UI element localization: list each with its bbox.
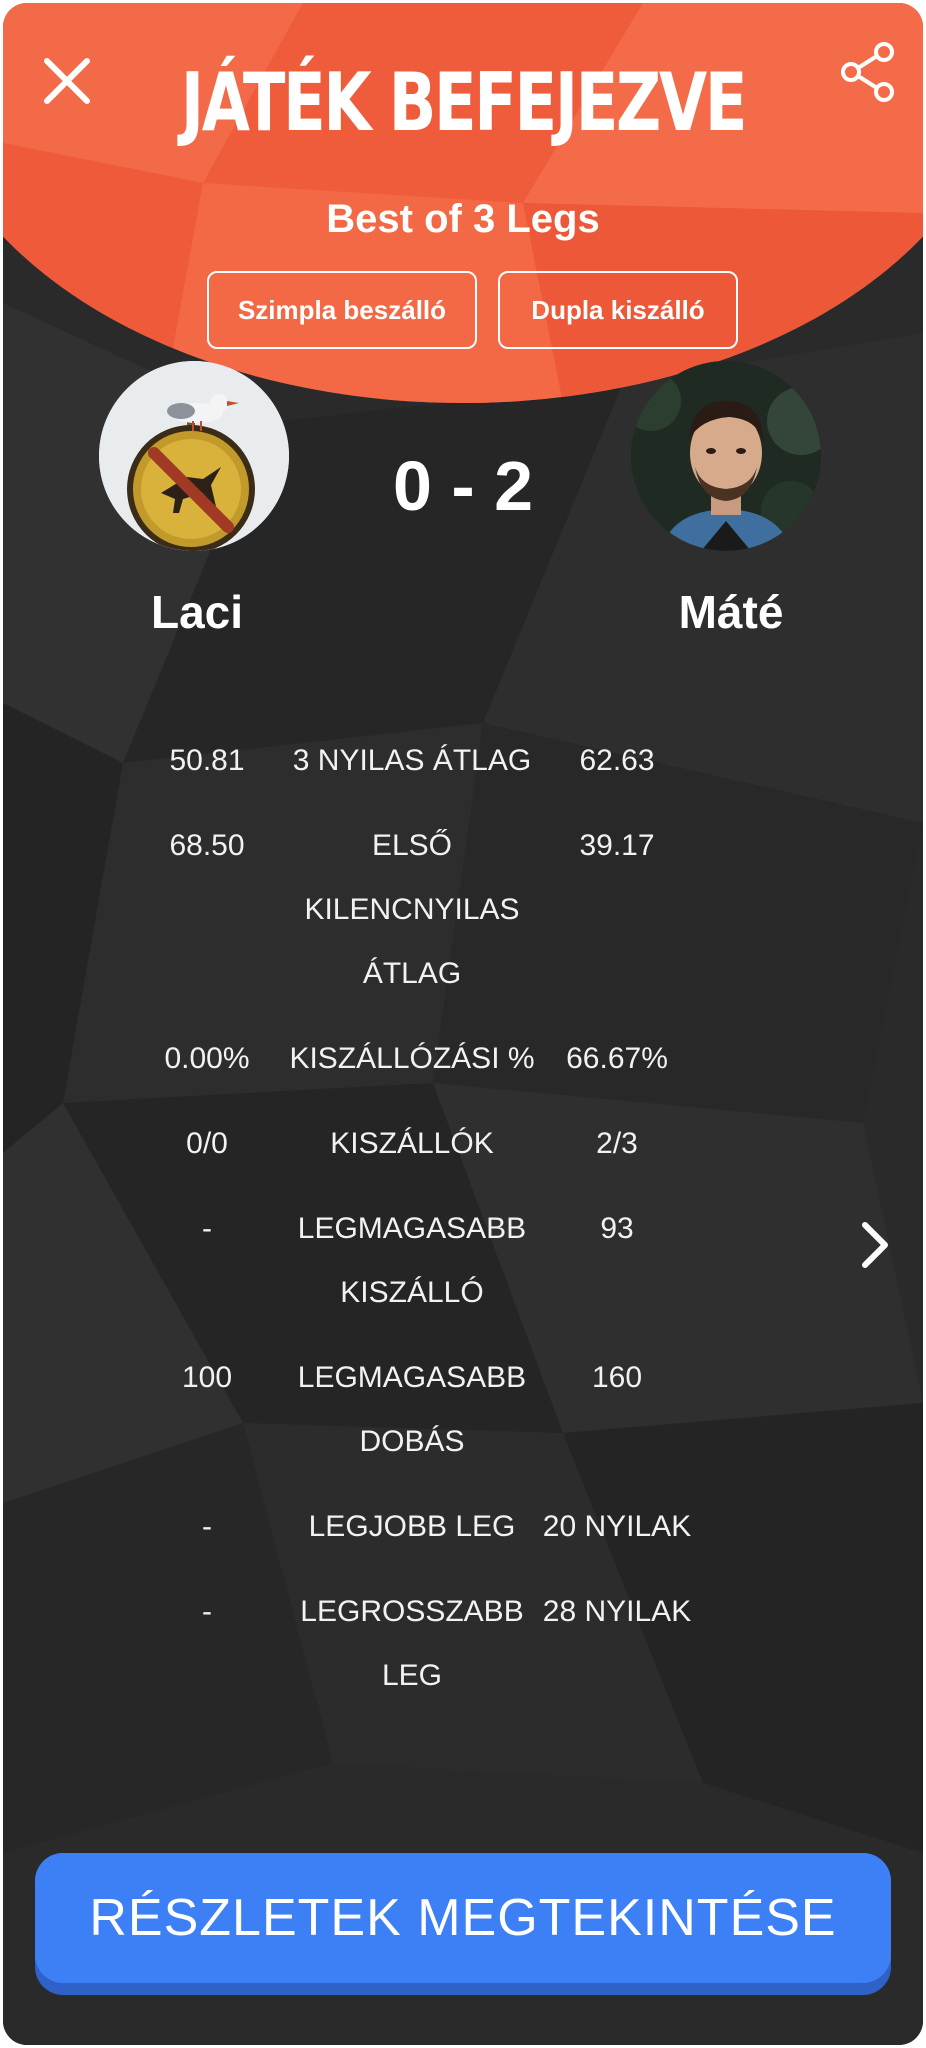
close-icon — [44, 58, 90, 104]
player-left-photo — [99, 361, 289, 551]
stat-right-value: 28 NYILAK — [542, 1595, 692, 1628]
stat-left-value: - — [202, 1510, 212, 1543]
player-right-avatar — [631, 361, 821, 551]
stat-left-value: 0/0 — [186, 1127, 228, 1160]
share-icon — [841, 42, 894, 102]
game-over-screen: JÁTÉK BEFEJEZVE Best of 3 Legs Szimpla b… — [3, 3, 923, 2045]
stat-label: KISZÁLLÓK — [330, 1127, 494, 1160]
stat-label: KISZÁLLÓZÁSI % — [289, 1042, 535, 1075]
stat-left-value: 0.00% — [164, 1042, 250, 1075]
stat-label: LEGROSSZABB LEG — [300, 1595, 524, 1692]
stat-left-value: 100 — [181, 1361, 233, 1394]
stat-right-value: 20 NYILAK — [542, 1510, 692, 1543]
next-page-button[interactable] — [855, 1217, 895, 1273]
page-title: JÁTÉK BEFEJEZVE — [180, 56, 748, 149]
view-details-button[interactable]: RÉSZLETEK MEGTEKINTÉSE — [35, 1853, 891, 1995]
view-details-label: RÉSZLETEK MEGTEKINTÉSE — [35, 1853, 891, 1983]
stat-right-value: 160 — [591, 1361, 643, 1394]
stat-right-value: 2/3 — [596, 1127, 638, 1160]
stat-row-highest-score: 100 LEGMAGASABB DOBÁS 160 — [3, 1346, 923, 1495]
stat-row-checkout-percentage: 0.00% KISZÁLLÓZÁSI % 66.67% — [3, 1027, 923, 1112]
stat-label: LEGMAGASABB DOBÁS — [297, 1361, 527, 1458]
stat-left-value: - — [202, 1595, 212, 1628]
stat-label: LEGMAGASABB KISZÁLLÓ — [297, 1212, 527, 1309]
chevron-right-icon — [862, 1222, 888, 1268]
stat-right-value: 62.63 — [579, 744, 655, 777]
stat-left-value: 50.81 — [169, 744, 245, 777]
player-right-photo — [631, 361, 821, 551]
stat-row-three-dart-average: 50.81 3 NYILAS ÁTLAG 62.63 — [3, 729, 923, 814]
stat-row-first-nine-average: 68.50 ELSŐ KILENCNYILAS ÁTLAG 39.17 — [3, 814, 923, 1027]
stat-row-best-leg: - LEGJOBB LEG 20 NYILAK — [3, 1495, 923, 1580]
stat-right-value: 39.17 — [579, 829, 655, 862]
stat-label: ELSŐ KILENCNYILAS ÁTLAG — [304, 829, 520, 990]
check-out-mode-badge: Dupla kiszálló — [498, 271, 738, 349]
stat-right-value: 66.67% — [566, 1042, 668, 1075]
stat-right-value: 93 — [600, 1212, 634, 1245]
stats-table: 50.81 3 NYILAS ÁTLAG 62.63 68.50 ELSŐ KI… — [3, 729, 923, 1729]
player-left-name: Laci — [150, 586, 244, 638]
stat-label: 3 NYILAS ÁTLAG — [292, 744, 532, 777]
close-button[interactable] — [41, 55, 93, 107]
match-format: Best of 3 Legs — [326, 197, 600, 241]
stat-label: LEGJOBB LEG — [308, 1510, 516, 1543]
stat-left-value: 68.50 — [169, 829, 245, 862]
player-left-avatar — [99, 361, 289, 551]
stat-row-checkouts: 0/0 KISZÁLLÓK 2/3 — [3, 1112, 923, 1197]
player-right-name: Máté — [678, 586, 784, 638]
share-button[interactable] — [839, 41, 897, 103]
stat-row-highest-checkout: - LEGMAGASABB KISZÁLLÓ 93 — [3, 1197, 923, 1346]
match-score: 0 - 2 — [392, 447, 534, 525]
stat-left-value: - — [202, 1212, 212, 1245]
stat-row-worst-leg: - LEGROSSZABB LEG 28 NYILAK — [3, 1580, 923, 1729]
check-in-mode-badge: Szimpla beszálló — [207, 271, 477, 349]
